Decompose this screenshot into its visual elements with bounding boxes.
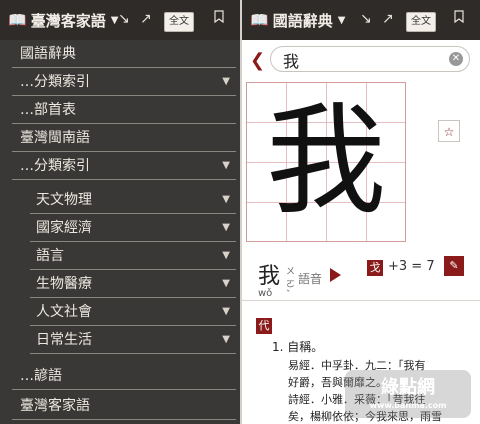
entry-character: 我 — [258, 264, 281, 289]
play-audio-icon[interactable] — [330, 268, 341, 282]
menu-item-label: 臺灣客家語 — [20, 398, 90, 414]
edit-pencil-icon[interactable]: ✎ — [444, 256, 464, 276]
bookmark-icon[interactable] — [214, 10, 224, 23]
menu-item-label: …諺語 — [20, 368, 62, 384]
menu-item[interactable]: 國家經濟 ▼ — [0, 214, 240, 242]
watermark-logo: 綠點網 www.banma.com — [345, 370, 471, 418]
menu-item-label: 天文物理 — [36, 192, 92, 208]
menu-item-label: 國語辭典 — [20, 46, 76, 62]
full-text-button-right[interactable]: 全文 — [406, 12, 436, 32]
dropdown-arrow-icon: ▼ — [222, 76, 230, 87]
collapse-icon[interactable]: ↘ — [360, 11, 372, 27]
expand-icon[interactable]: ↗ — [382, 11, 394, 27]
dictionary-title: 臺灣客家語 — [30, 11, 106, 30]
menu-separator — [12, 419, 236, 420]
left-menu-panel: 📖 臺灣客家語 ▼ ↘ ↗ 全文 國語辭典 …分類索引 ▼ …部首表臺灣閩南語 …分類索… — [0, 0, 240, 424]
dropdown-arrow-icon: ▼ — [222, 194, 230, 205]
menu-item[interactable]: 語言 ▼ — [0, 242, 240, 270]
audio-label: 語音 — [298, 272, 323, 286]
zhuyin-text: ㄨㄛˇ — [286, 267, 296, 300]
menu-item-label: 生物醫療 — [36, 276, 92, 292]
left-topbar: 📖 臺灣客家語 ▼ ↘ ↗ 全文 — [0, 0, 240, 40]
menu-item[interactable]: 日常生活 ▼ — [0, 326, 240, 354]
watermark-text: 綠點網 — [381, 377, 435, 398]
menu-item-label: 國家經濟 — [36, 220, 92, 236]
book-icon: 📖 — [8, 11, 27, 29]
divider — [242, 300, 480, 301]
menu-separator — [30, 353, 236, 354]
menu-item[interactable]: 臺灣閩南語 — [0, 124, 240, 152]
stroke-order-box: 我 — [246, 82, 406, 242]
part-of-speech-badge: 代 — [256, 318, 272, 334]
search-box[interactable]: ✕ — [270, 46, 470, 73]
menu-item[interactable]: …分類索引 ▼ — [0, 152, 240, 180]
dictionary-title-right: 國語辭典 — [272, 11, 333, 30]
book-icon: 📖 — [250, 11, 269, 29]
expand-icon[interactable]: ↗ — [140, 11, 152, 27]
favorite-star-icon[interactable]: ☆ — [438, 120, 460, 142]
right-topbar: 📖 國語辭典 ▼ ↘ ↗ 全文 — [242, 0, 480, 40]
dropdown-arrow-icon: ▼ — [222, 334, 230, 345]
menu-item[interactable]: …分類索引 ▼ — [0, 68, 240, 96]
entry-heading: 我 ㄨㄛˇ wǒ 語音 — [258, 258, 341, 300]
collapse-icon[interactable]: ↘ — [118, 11, 130, 27]
caret-down-icon: ▼ — [337, 14, 346, 26]
menu-item[interactable]: 國語辭典 — [0, 40, 240, 68]
stroke-count: +3 = 7 — [388, 259, 435, 274]
pinyin-text: wǒ — [258, 288, 273, 299]
dictionary-selector-right[interactable]: 📖 國語辭典 ▼ — [250, 10, 345, 31]
dictionary-panel: 📖 國語辭典 ▼ ↘ ↗ 全文 ❮ ✕ 我 ☆ 我 ㄨㄛˇ wǒ 語音 戈 +3… — [242, 0, 480, 424]
menu-separator — [12, 389, 236, 390]
menu-item-label: 語言 — [36, 248, 64, 264]
menu-item-label: 人文社會 — [36, 304, 92, 320]
definition-text: 1. 自稱。 — [272, 340, 324, 354]
menu-item-label: 日常生活 — [36, 332, 92, 348]
menu-item[interactable]: 天文物理 ▼ — [0, 186, 240, 214]
menu-item-label: …分類索引 — [20, 158, 90, 174]
menu-item-label: …部首表 — [20, 102, 76, 118]
bookmark-icon[interactable] — [454, 10, 464, 23]
menu-item[interactable]: 臺灣客家語 — [0, 392, 240, 420]
dropdown-arrow-icon: ▼ — [222, 250, 230, 261]
large-character: 我 — [266, 92, 386, 231]
dropdown-arrow-icon: ▼ — [222, 222, 230, 233]
menu-item[interactable]: 生物醫療 ▼ — [0, 270, 240, 298]
menu-item[interactable]: …部首表 — [0, 96, 240, 124]
clear-search-icon[interactable]: ✕ — [449, 52, 463, 66]
full-text-button[interactable]: 全文 — [164, 12, 194, 32]
menu-item-label: 臺灣閩南語 — [20, 130, 90, 146]
menu-item[interactable]: 人文社會 ▼ — [0, 298, 240, 326]
radical-badge[interactable]: 戈 — [367, 260, 383, 276]
dictionary-selector[interactable]: 📖 臺灣客家語 ▼ — [8, 10, 118, 31]
dropdown-arrow-icon: ▼ — [222, 160, 230, 171]
dropdown-arrow-icon: ▼ — [222, 306, 230, 317]
menu-item-label: …分類索引 — [20, 74, 90, 90]
menu-separator — [12, 179, 236, 180]
search-input[interactable] — [281, 47, 445, 73]
back-chevron-icon[interactable]: ❮ — [250, 50, 265, 71]
dropdown-arrow-icon: ▼ — [222, 278, 230, 289]
watermark-url: www.banma.com — [369, 401, 447, 410]
menu-item[interactable]: …諺語 — [0, 362, 240, 390]
